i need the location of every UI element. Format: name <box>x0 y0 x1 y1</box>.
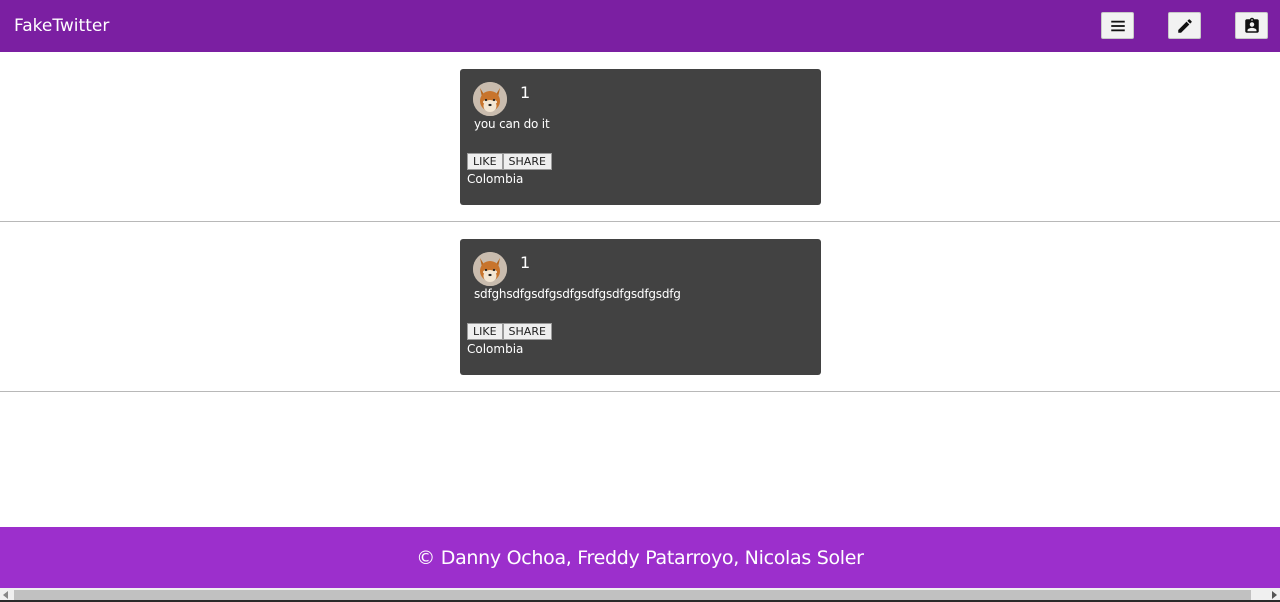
feed-row: 1 you can do it LIKE SHARE Colombia <box>0 52 1280 222</box>
shiba-dog-avatar-icon <box>473 82 507 116</box>
tweet-username: 1 <box>520 253 531 272</box>
share-button[interactable]: SHARE <box>502 153 552 170</box>
like-button[interactable]: LIKE <box>467 153 503 170</box>
brand-title[interactable]: FakeTwitter <box>14 16 109 36</box>
footer-credits: © Danny Ochoa, Freddy Patarroyo, Nicolas… <box>416 546 864 569</box>
contact-card-icon <box>1244 17 1259 33</box>
like-button[interactable]: LIKE <box>467 323 503 340</box>
share-button[interactable]: SHARE <box>502 323 552 340</box>
compose-button[interactable] <box>1168 12 1201 39</box>
tweet-text: sdfghsdfgsdfgsdfgsdfgsdfgsdfgsdfg <box>474 287 681 301</box>
edit-icon <box>1177 18 1192 33</box>
tweet-card: 1 sdfghsdfgsdfgsdfgsdfgsdfgsdfgsdfg LIKE… <box>460 239 821 375</box>
feed-row: 1 sdfghsdfgsdfgsdfgsdfgsdfgsdfgsdfg LIKE… <box>0 222 1280 392</box>
scroll-right-icon[interactable] <box>1272 591 1277 599</box>
scrollbar-thumb[interactable] <box>14 590 1251 600</box>
page-footer: © Danny Ochoa, Freddy Patarroyo, Nicolas… <box>0 527 1280 588</box>
horizontal-scrollbar[interactable] <box>0 588 1280 602</box>
tweet-username: 1 <box>520 83 531 102</box>
avatar[interactable] <box>473 82 507 116</box>
app-root: FakeTwitter 1 you can do it LIKE SHARE C… <box>0 0 1280 602</box>
scroll-left-icon[interactable] <box>3 591 8 599</box>
tweet-text: you can do it <box>474 117 550 131</box>
shiba-dog-avatar-icon <box>473 252 507 286</box>
menu-button[interactable] <box>1101 12 1134 39</box>
tweet-actions: LIKE SHARE <box>467 153 552 170</box>
tweet-location: Colombia <box>467 172 524 186</box>
tweet-card: 1 you can do it LIKE SHARE Colombia <box>460 69 821 205</box>
tweet-feed: 1 you can do it LIKE SHARE Colombia 1 sd… <box>0 52 1280 392</box>
profile-button[interactable] <box>1235 12 1268 39</box>
tweet-location: Colombia <box>467 342 524 356</box>
menu-icon <box>1110 20 1125 31</box>
app-bar: FakeTwitter <box>0 0 1280 52</box>
avatar[interactable] <box>473 252 507 286</box>
tweet-actions: LIKE SHARE <box>467 323 552 340</box>
